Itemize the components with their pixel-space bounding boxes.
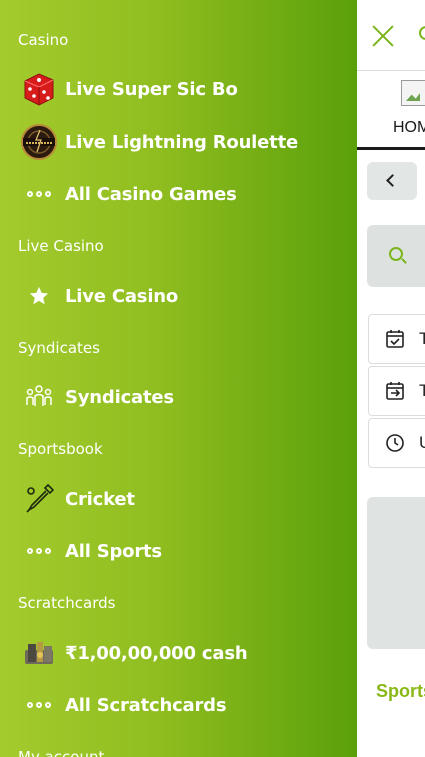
menu-item-label: All Sports [65,540,162,562]
quick-link-label: U [419,433,425,453]
quick-link-item[interactable]: T [368,366,425,416]
back-button[interactable] [367,162,417,200]
close-icon[interactable] [371,24,395,48]
promo-banner-placeholder[interactable] [367,497,425,649]
section-title-live-casino: Live Casino [18,237,104,255]
section-title-sportsbook: Sportsbook [18,440,103,458]
more-dots-icon [18,530,60,572]
people-group-icon [18,376,60,418]
red-dice-icon [18,68,60,110]
menu-item-label: ₹1,00,00,000 cash [65,642,248,664]
section-title-syndicates: Syndicates [18,339,100,357]
menu-item-syndicates[interactable]: Syndicates [18,375,338,419]
clock-icon [386,434,404,452]
tab-home-underline [357,147,425,150]
section-title-casino: Casino [18,31,69,49]
lightning-roulette-logo-icon [18,121,60,163]
scratchcard-cash-icon [18,632,60,674]
quick-link-item[interactable]: U [368,418,425,468]
section-title-my-account: My account [18,748,105,757]
menu-item-live-super-sic-bo[interactable]: Live Super Sic Bo [18,67,338,111]
menu-item-label: Syndicates [65,386,174,408]
menu-item-label: Live Super Sic Bo [65,78,238,100]
search-icon[interactable] [419,26,425,40]
menu-item-label: Cricket [65,488,135,510]
quick-link-label: T [419,381,425,400]
menu-item-label: Live Lightning Roulette [65,131,298,153]
quick-link-label: T [419,329,425,348]
header-divider [357,70,425,71]
quick-link-item[interactable]: T [368,314,425,364]
menu-item-live-lightning-roulette[interactable]: Live Lightning Roulette [18,120,338,164]
more-dots-icon [18,173,60,215]
more-dots-icon [18,684,60,726]
menu-item-all-scratchcards[interactable]: All Scratchcards [18,683,338,727]
broken-image-icon [401,80,425,106]
menu-item-all-sports[interactable]: All Sports [18,529,338,573]
menu-item-live-casino[interactable]: Live Casino [18,274,338,318]
sports-section-heading: Sports [376,681,425,701]
side-menu-drawer: Casino Live Super Sic Bo Live Lightning … [0,0,357,757]
menu-item-all-casino-games[interactable]: All Casino Games [18,172,338,216]
menu-item-cash-scratchcard[interactable]: ₹1,00,00,000 cash [18,631,338,675]
menu-item-label: All Scratchcards [65,694,227,716]
tab-home[interactable]: HOME [393,119,425,137]
section-title-scratchcards: Scratchcards [18,594,116,612]
calendar-check-icon [386,330,404,348]
menu-item-cricket[interactable]: Cricket [18,477,338,521]
search-input[interactable] [367,225,425,287]
main-page-partial: HOME T T U Sports [357,0,425,757]
menu-item-label: All Casino Games [65,183,237,205]
menu-item-label: Live Casino [65,285,179,307]
cricket-bat-icon [18,478,60,520]
star-icon [18,275,60,317]
calendar-arrow-icon [386,382,404,400]
